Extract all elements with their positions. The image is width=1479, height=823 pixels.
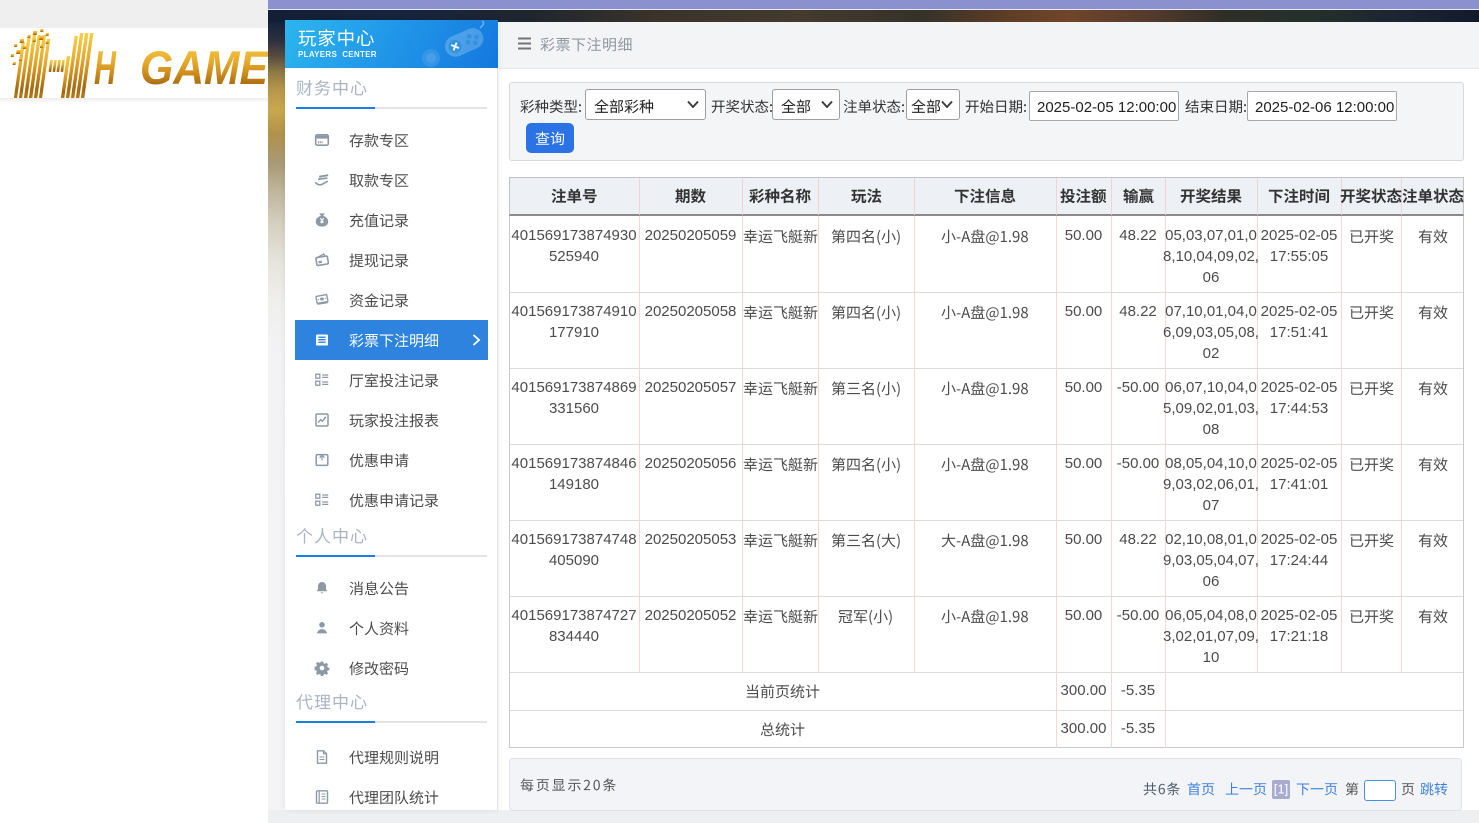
svg-text:H: H [94,41,117,94]
svg-text:GAME: GAME [140,41,268,94]
